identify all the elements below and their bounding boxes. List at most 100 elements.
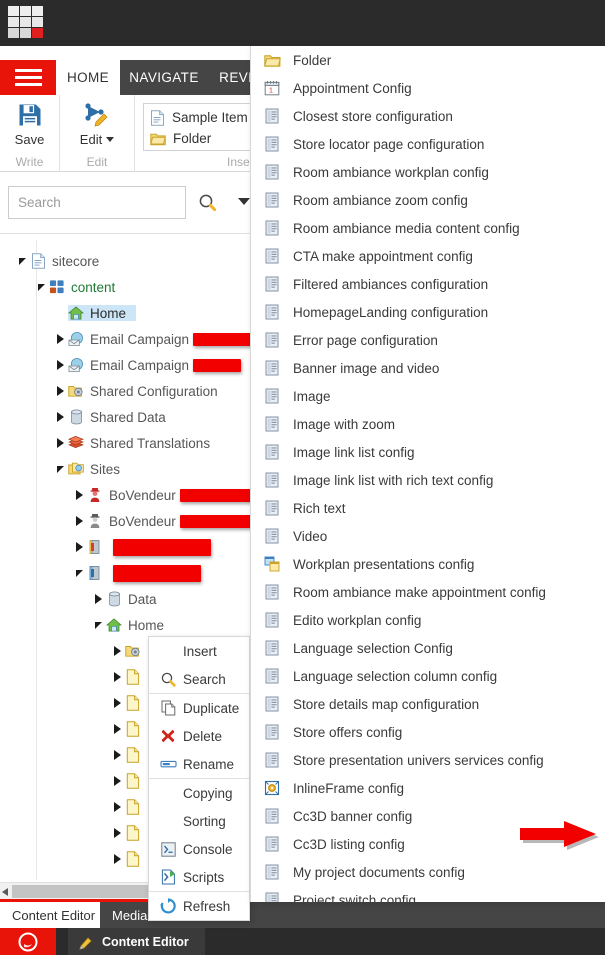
tree-node-content[interactable]: Shared Translations bbox=[68, 435, 210, 451]
tree-node-content[interactable]: Shared Data bbox=[68, 409, 166, 425]
tree-node-content[interactable] bbox=[125, 695, 147, 711]
tab-home[interactable]: HOME bbox=[56, 60, 120, 95]
insert-option-item[interactable]: Cc3D listing config bbox=[251, 830, 605, 858]
insert-option-item[interactable]: Image with zoom bbox=[251, 410, 605, 438]
edit-button[interactable]: Edit bbox=[60, 101, 134, 147]
tree-collapse-chevron-down-icon[interactable] bbox=[14, 248, 30, 274]
tree-expand-chevron-right-icon[interactable] bbox=[52, 378, 68, 404]
insert-option-item[interactable]: 1 Appointment Config bbox=[251, 74, 605, 102]
tree-node[interactable]: Data bbox=[90, 586, 157, 612]
tree-node-content[interactable] bbox=[125, 643, 147, 659]
tree-node-content[interactable]: Shared Configuration bbox=[68, 383, 218, 399]
tree-expand-chevron-right-icon[interactable] bbox=[52, 326, 68, 352]
tree-node[interactable]: Home bbox=[90, 612, 164, 638]
insert-option-item[interactable]: Banner image and video bbox=[251, 354, 605, 382]
insert-folder[interactable]: Folder bbox=[150, 128, 252, 149]
tree-expand-chevron-right-icon[interactable] bbox=[71, 534, 87, 560]
context-menu-item-console[interactable]: Console bbox=[149, 835, 249, 863]
tree-node[interactable]: Sites bbox=[52, 456, 120, 482]
tree-node[interactable] bbox=[109, 768, 147, 794]
tree-node[interactable] bbox=[109, 638, 147, 664]
tree-node[interactable] bbox=[109, 742, 147, 768]
tree-collapse-chevron-down-icon[interactable] bbox=[71, 560, 87, 586]
tree-expand-chevron-right-icon[interactable] bbox=[109, 742, 125, 768]
tree-node-content[interactable] bbox=[87, 538, 211, 556]
search-input[interactable] bbox=[8, 186, 186, 219]
tree-node-content[interactable]: Email Campaign bbox=[68, 357, 242, 373]
insert-option-item[interactable]: Room ambiance workplan config bbox=[251, 158, 605, 186]
tree-expand-chevron-right-icon[interactable] bbox=[71, 508, 87, 534]
tree-node-content[interactable]: Home bbox=[106, 617, 164, 633]
insert-option-item[interactable]: Project switch config bbox=[251, 886, 605, 902]
insert-option-item[interactable]: Store details map configuration bbox=[251, 690, 605, 718]
tree-node[interactable] bbox=[109, 794, 147, 820]
tree-node[interactable] bbox=[109, 820, 147, 846]
menu-button[interactable] bbox=[0, 60, 56, 95]
tree-collapse-chevron-down-icon[interactable] bbox=[52, 456, 68, 482]
tree-node[interactable] bbox=[109, 846, 147, 872]
tree-node-content[interactable] bbox=[125, 851, 147, 867]
tree-expand-chevron-right-icon[interactable] bbox=[109, 768, 125, 794]
insert-option-item[interactable]: Error page configuration bbox=[251, 326, 605, 354]
insert-option-item[interactable]: Image link list with rich text config bbox=[251, 466, 605, 494]
tree-node-content[interactable]: Email Campaign bbox=[68, 331, 250, 347]
tree-expand-chevron-right-icon[interactable] bbox=[109, 846, 125, 872]
tree-node[interactable] bbox=[109, 664, 147, 690]
insert-option-item[interactable]: My project documents config bbox=[251, 858, 605, 886]
tree-expand-chevron-right-icon[interactable] bbox=[52, 430, 68, 456]
tree-node[interactable]: BoVendeur bbox=[71, 508, 250, 534]
tree-node[interactable]: Email Campaign bbox=[52, 352, 242, 378]
insert-option-item[interactable]: Store offers config bbox=[251, 718, 605, 746]
insert-option-item[interactable]: Cc3D banner config bbox=[251, 802, 605, 830]
context-menu[interactable]: Insert Search Duplicate Delete Rename Copying… bbox=[148, 636, 250, 921]
insert-option-item[interactable]: Closest store configuration bbox=[251, 102, 605, 130]
context-menu-item-refresh[interactable]: Refresh bbox=[149, 892, 249, 920]
insert-sample-item[interactable]: Sample Item bbox=[150, 107, 252, 128]
sitecore-round-logo[interactable] bbox=[0, 928, 56, 955]
tree-node[interactable]: Shared Translations bbox=[52, 430, 210, 456]
insert-option-item[interactable]: Image bbox=[251, 382, 605, 410]
scroll-left-arrow-icon[interactable] bbox=[2, 888, 8, 896]
insert-options-flyout[interactable]: Folder 1 Appointment Config Closest store c… bbox=[250, 46, 605, 902]
tree-node[interactable] bbox=[71, 560, 201, 586]
tree-node[interactable] bbox=[71, 534, 211, 560]
tree-node-content[interactable] bbox=[125, 773, 147, 789]
tree-node[interactable] bbox=[109, 690, 147, 716]
tree-node[interactable]: BoVendeur bbox=[71, 482, 250, 508]
tree-node[interactable]: Home bbox=[52, 300, 137, 326]
tree-node-content[interactable]: Data bbox=[106, 591, 157, 607]
insert-option-item[interactable]: Language selection column config bbox=[251, 662, 605, 690]
tree-expand-chevron-right-icon[interactable] bbox=[109, 820, 125, 846]
insert-option-item[interactable]: Rich text bbox=[251, 494, 605, 522]
tree-collapse-chevron-down-icon[interactable] bbox=[33, 274, 49, 300]
insert-option-item[interactable]: Language selection Config bbox=[251, 634, 605, 662]
tree-node[interactable]: sitecore bbox=[14, 248, 99, 274]
tree-node-content[interactable] bbox=[125, 669, 147, 685]
tree-node[interactable] bbox=[109, 716, 147, 742]
context-menu-item-copying[interactable]: Copying bbox=[149, 779, 249, 807]
tree-expand-chevron-right-icon[interactable] bbox=[71, 482, 87, 508]
tree-expand-chevron-right-icon[interactable] bbox=[109, 690, 125, 716]
tree-node[interactable]: Shared Data bbox=[52, 404, 166, 430]
context-menu-item-insert[interactable]: Insert bbox=[149, 637, 249, 665]
tree-node-content[interactable]: BoVendeur bbox=[87, 513, 250, 529]
tree-node-content[interactable] bbox=[125, 747, 147, 763]
context-menu-item-delete[interactable]: Delete bbox=[149, 722, 249, 750]
context-menu-item-search[interactable]: Search bbox=[149, 665, 249, 693]
tree-expand-chevron-right-icon[interactable] bbox=[52, 404, 68, 430]
tree-node-content[interactable]: BoVendeur bbox=[87, 487, 250, 503]
tree-node[interactable]: Shared Configuration bbox=[52, 378, 218, 404]
tree-expand-chevron-right-icon[interactable] bbox=[90, 586, 106, 612]
tree-node-content[interactable] bbox=[125, 721, 147, 737]
tree-node[interactable]: Email Campaign bbox=[52, 326, 250, 352]
insert-option-item[interactable]: Workplan presentations config bbox=[251, 550, 605, 578]
insert-option-item[interactable]: Room ambiance zoom config bbox=[251, 186, 605, 214]
context-menu-item-rename[interactable]: Rename bbox=[149, 750, 249, 778]
tree-node[interactable]: content bbox=[33, 274, 115, 300]
tree-expand-chevron-right-icon[interactable] bbox=[109, 664, 125, 690]
insert-option-item[interactable]: Room ambiance media content config bbox=[251, 214, 605, 242]
tree-expand-chevron-right-icon[interactable] bbox=[109, 794, 125, 820]
insert-option-item[interactable]: CTA make appointment config bbox=[251, 242, 605, 270]
insert-option-item[interactable]: Store locator page configuration bbox=[251, 130, 605, 158]
tree-node-content[interactable]: Home bbox=[68, 305, 137, 321]
